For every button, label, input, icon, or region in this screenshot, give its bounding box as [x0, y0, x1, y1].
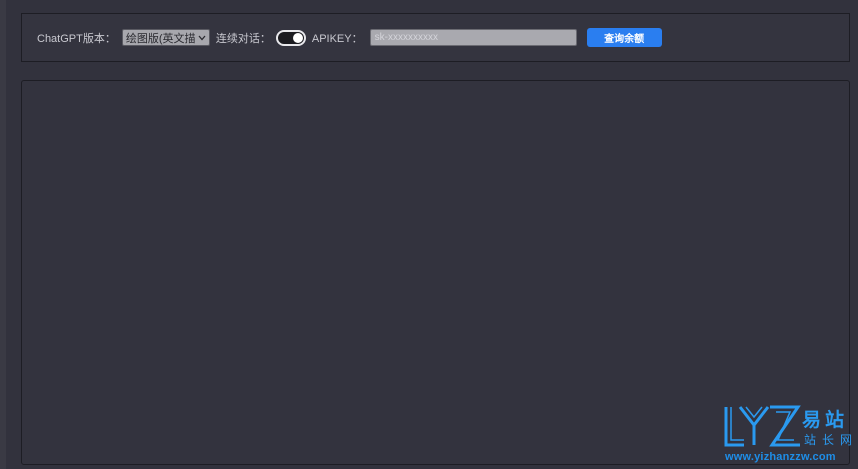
apikey-label: APIKEY：	[311, 32, 363, 45]
version-select[interactable]: 绘图版(英文描	[121, 29, 210, 46]
watermark: 易站 站长网 www.yizhanzzw.com	[722, 403, 858, 469]
watermark-url: www.yizhanzzw.com	[725, 451, 836, 463]
watermark-cn-top: 易站	[802, 410, 849, 431]
version-select-value: 绘图版(英文描	[125, 32, 196, 45]
continuous-toggle[interactable]	[275, 29, 306, 46]
continuous-label: 连续对话：	[215, 32, 271, 45]
watermark-logo	[724, 405, 801, 447]
apikey-input[interactable]	[369, 29, 577, 46]
window-edge	[0, 0, 6, 469]
chevron-down-icon	[197, 33, 207, 43]
toggle-knob	[292, 32, 303, 43]
settings-toolbar: ChatGPT版本： 绘图版(英文描 连续对话： APIKEY： 查询余额	[21, 13, 850, 62]
watermark-cn-bottom: 站长网	[804, 433, 858, 447]
version-label: ChatGPT版本：	[37, 32, 116, 45]
query-balance-button[interactable]: 查询余额	[586, 28, 662, 47]
